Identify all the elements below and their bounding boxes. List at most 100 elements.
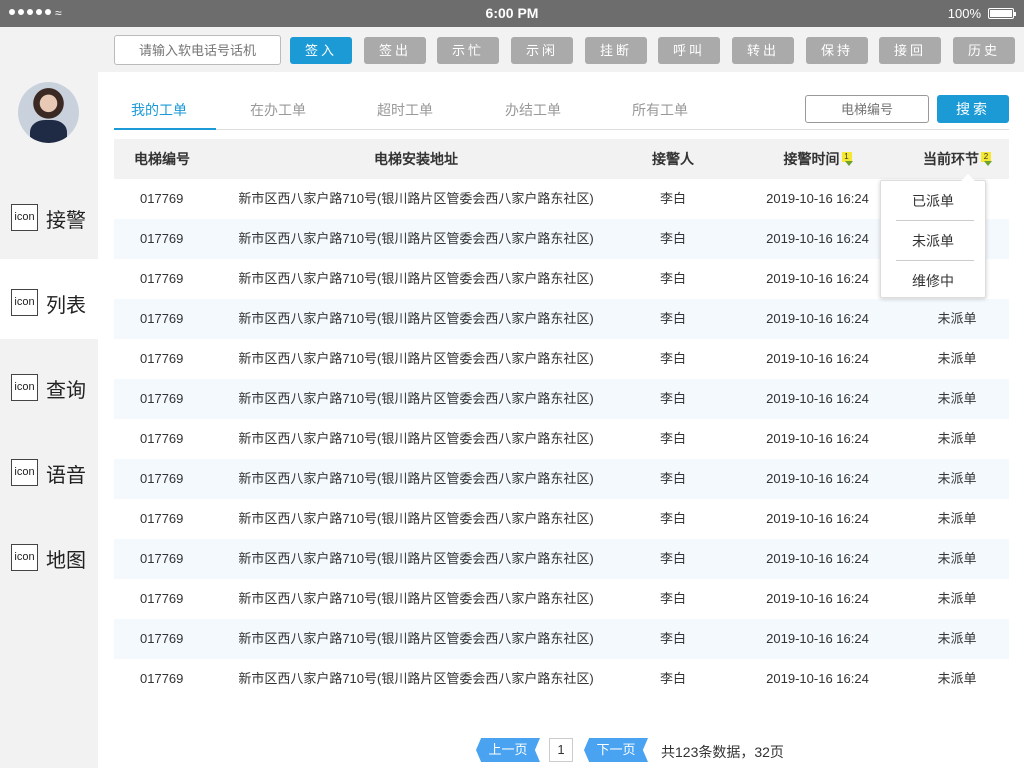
placeholder-icon: icon bbox=[11, 204, 38, 231]
current-page[interactable]: 1 bbox=[549, 738, 573, 762]
cell-address: 新市区西八家户路710号(银川路片区管委会西八家户路东社区) bbox=[238, 431, 594, 446]
table-row[interactable]: 017769 新市区西八家户路710号(银川路片区管委会西八家户路东社区) 李白 20… bbox=[114, 659, 1009, 699]
sidebar-item-label: 接警 bbox=[46, 210, 86, 232]
call-button[interactable]: 呼叫 bbox=[658, 37, 720, 64]
cell-time: 2019-10-16 16:24 bbox=[766, 191, 869, 206]
search-button[interactable]: 搜索 bbox=[937, 95, 1009, 123]
tab-timeout[interactable]: 超时工单 bbox=[377, 100, 433, 120]
table-row[interactable]: 017769 新市区西八家户路710号(银川路片区管委会西八家户路东社区) 李白 20… bbox=[114, 259, 1009, 299]
next-page-button[interactable]: 下一页 bbox=[584, 738, 648, 762]
cell-address: 新市区西八家户路710号(银川路片区管委会西八家户路东社区) bbox=[238, 591, 594, 606]
cell-time: 2019-10-16 16:24 bbox=[766, 271, 869, 286]
prev-page-button[interactable]: 上一页 bbox=[476, 738, 540, 762]
sidebar-item-voice[interactable]: icon 语音 bbox=[0, 429, 98, 509]
dropdown-option-repairing[interactable]: 维修中 bbox=[881, 261, 985, 301]
sidebar-item-label: 列表 bbox=[46, 295, 86, 317]
table-row[interactable]: 017769 新市区西八家户路710号(银川路片区管委会西八家户路东社区) 李白 20… bbox=[114, 379, 1009, 419]
table-row[interactable]: 017769 新市区西八家户路710号(银川路片区管委会西八家户路东社区) 李白 20… bbox=[114, 219, 1009, 259]
sidebar-item-label: 查询 bbox=[46, 380, 86, 402]
battery-icon bbox=[988, 8, 1016, 19]
cell-receiver: 李白 bbox=[659, 231, 686, 246]
cell-address: 新市区西八家户路710号(银川路片区管委会西八家户路东社区) bbox=[238, 471, 594, 486]
cell-address: 新市区西八家户路710号(银川路片区管委会西八家户路东社区) bbox=[238, 671, 594, 686]
hold-button[interactable]: 保持 bbox=[806, 37, 868, 64]
table-body: 017769 新市区西八家户路710号(银川路片区管委会西八家户路东社区) 李白 20… bbox=[114, 179, 1009, 699]
cell-stage: 未派单 bbox=[937, 471, 977, 486]
filter-icon[interactable]: 2 bbox=[981, 152, 992, 166]
placeholder-icon: icon bbox=[11, 289, 38, 316]
cell-time: 2019-10-16 16:24 bbox=[766, 511, 869, 526]
dropdown-option-dispatched[interactable]: 已派单 bbox=[881, 181, 985, 221]
battery-percent: 100% bbox=[947, 6, 981, 21]
table-row[interactable]: 017769 新市区西八家户路710号(银川路片区管委会西八家户路东社区) 李白 20… bbox=[114, 339, 1009, 379]
table-row[interactable]: 017769 新市区西八家户路710号(银川路片区管委会西八家户路东社区) 李白 20… bbox=[114, 299, 1009, 339]
cell-address: 新市区西八家户路710号(银川路片区管委会西八家户路东社区) bbox=[238, 391, 594, 406]
table-row[interactable]: 017769 新市区西八家户路710号(银川路片区管委会西八家户路东社区) 李白 20… bbox=[114, 539, 1009, 579]
cell-receiver: 李白 bbox=[659, 351, 686, 366]
table-row[interactable]: 017769 新市区西八家户路710号(银川路片区管委会西八家户路东社区) 李白 20… bbox=[114, 459, 1009, 499]
active-tab-indicator bbox=[114, 128, 216, 130]
cell-address: 新市区西八家户路710号(银川路片区管委会西八家户路东社区) bbox=[238, 271, 594, 286]
cell-stage: 未派单 bbox=[937, 591, 977, 606]
table-row[interactable]: 017769 新市区西八家户路710号(银川路片区管委会西八家户路东社区) 李白 20… bbox=[114, 179, 1009, 219]
table-row[interactable]: 017769 新市区西八家户路710号(银川路片区管委会西八家户路东社区) 李白 20… bbox=[114, 419, 1009, 459]
cell-stage: 未派单 bbox=[937, 311, 977, 326]
column-header-time[interactable]: 接警时间 1 bbox=[735, 139, 900, 179]
cell-time: 2019-10-16 16:24 bbox=[766, 231, 869, 246]
cell-time: 2019-10-16 16:24 bbox=[766, 591, 869, 606]
page-summary: 共123条数据，32页 bbox=[661, 744, 784, 760]
table-header: 电梯编号 电梯安装地址 接警人 接警时间 1 当前环节 2 bbox=[114, 139, 1009, 179]
dropdown-option-undispatched[interactable]: 未派单 bbox=[881, 221, 985, 261]
retrieve-button[interactable]: 接回 bbox=[879, 37, 941, 64]
status-time: 6:00 PM bbox=[485, 5, 539, 21]
cell-time: 2019-10-16 16:24 bbox=[766, 471, 869, 486]
cell-time: 2019-10-16 16:24 bbox=[766, 551, 869, 566]
cell-receiver: 李白 bbox=[659, 471, 686, 486]
workorder-table: 电梯编号 电梯安装地址 接警人 接警时间 1 当前环节 2 017769 新市区西八家… bbox=[114, 139, 1009, 699]
column-header-receiver: 接警人 bbox=[652, 151, 694, 167]
tab-my-orders[interactable]: 我的工单 bbox=[131, 100, 187, 120]
sidebar-item-map[interactable]: icon 地图 bbox=[0, 514, 98, 594]
cell-stage: 未派单 bbox=[937, 551, 977, 566]
cell-address: 新市区西八家户路710号(银川路片区管委会西八家户路东社区) bbox=[238, 311, 594, 326]
cell-address: 新市区西八家户路710号(银川路片区管委会西八家户路东社区) bbox=[238, 231, 594, 246]
history-button[interactable]: 历史 bbox=[953, 37, 1015, 64]
sidebar-item-query[interactable]: icon 查询 bbox=[0, 344, 98, 424]
sidebar-item-receive[interactable]: icon 接警 bbox=[0, 174, 98, 254]
avatar[interactable] bbox=[18, 82, 79, 143]
sidebar-item-list[interactable]: icon 列表 bbox=[0, 259, 98, 339]
elevator-id-search-input[interactable] bbox=[805, 95, 929, 123]
column-header-address: 电梯安装地址 bbox=[374, 151, 458, 167]
sidebar: icon 接警 icon 列表 icon 查询 icon 语音 icon 地图 bbox=[0, 72, 98, 768]
column-header-stage-label: 当前环节 bbox=[923, 151, 979, 167]
checkin-button[interactable]: 签入 bbox=[290, 37, 352, 64]
cell-time: 2019-10-16 16:24 bbox=[766, 431, 869, 446]
softphone-toolbar: 签入 签出 示忙 示闲 挂断 呼叫 转出 保持 接回 历史 bbox=[0, 27, 1024, 72]
sort-icon[interactable]: 1 bbox=[841, 152, 853, 166]
cell-receiver: 李白 bbox=[659, 551, 686, 566]
cell-time: 2019-10-16 16:24 bbox=[766, 391, 869, 406]
cell-stage: 未派单 bbox=[937, 431, 977, 446]
checkout-button[interactable]: 签出 bbox=[364, 37, 426, 64]
cell-time: 2019-10-16 16:24 bbox=[766, 351, 869, 366]
tab-in-progress[interactable]: 在办工单 bbox=[250, 100, 306, 120]
cell-time: 2019-10-16 16:24 bbox=[766, 311, 869, 326]
table-row[interactable]: 017769 新市区西八家户路710号(银川路片区管委会西八家户路东社区) 李白 20… bbox=[114, 579, 1009, 619]
table-row[interactable]: 017769 新市区西八家户路710号(银川路片区管委会西八家户路东社区) 李白 20… bbox=[114, 619, 1009, 659]
pagination: 上一页 1 下一页 共123条数据，32页 bbox=[0, 738, 1024, 764]
cell-address: 新市区西八家户路710号(银川路片区管委会西八家户路东社区) bbox=[238, 551, 594, 566]
tab-all[interactable]: 所有工单 bbox=[632, 100, 688, 120]
cell-receiver: 李白 bbox=[659, 391, 686, 406]
transfer-button[interactable]: 转出 bbox=[732, 37, 794, 64]
cell-address: 新市区西八家户路710号(银川路片区管委会西八家户路东社区) bbox=[238, 191, 594, 206]
tab-closed[interactable]: 办结工单 bbox=[505, 100, 561, 120]
hangup-button[interactable]: 挂断 bbox=[585, 37, 647, 64]
idle-button[interactable]: 示闲 bbox=[511, 37, 573, 64]
sidebar-item-label: 语音 bbox=[46, 465, 86, 487]
column-header-stage[interactable]: 当前环节 2 bbox=[897, 139, 1017, 179]
table-row[interactable]: 017769 新市区西八家户路710号(银川路片区管委会西八家户路东社区) 李白 20… bbox=[114, 499, 1009, 539]
busy-button[interactable]: 示忙 bbox=[437, 37, 499, 64]
cell-receiver: 李白 bbox=[659, 271, 686, 286]
softphone-number-input[interactable] bbox=[114, 35, 281, 65]
cell-time: 2019-10-16 16:24 bbox=[766, 671, 869, 686]
